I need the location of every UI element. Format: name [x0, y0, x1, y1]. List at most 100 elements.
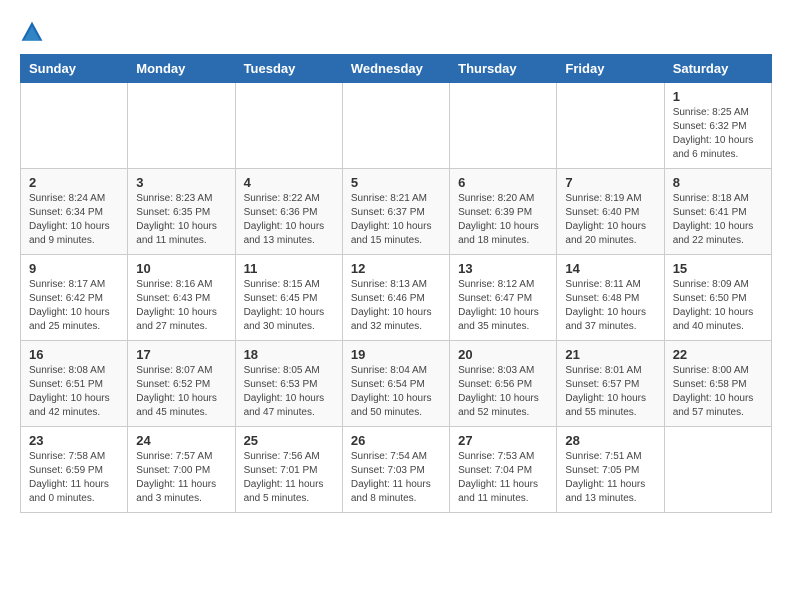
day-number: 2: [29, 175, 119, 190]
day-info: Sunrise: 8:09 AMSunset: 6:50 PMDaylight:…: [673, 278, 763, 334]
calendar-day-cell: 17 Sunrise: 8:07 AMSunset: 6:52 PMDayligh…: [128, 341, 235, 427]
empty-cell: [664, 427, 771, 513]
logo: [20, 20, 48, 44]
calendar-day-cell: 5Sunrise: 8:21 AMSunset: 6:37 PMDaylight…: [342, 169, 449, 255]
day-number: 10: [136, 261, 226, 276]
day-number: 17: [136, 347, 226, 362]
day-number: 24: [136, 433, 226, 448]
calendar-week-row: 16 Sunrise: 8:08 AMSunset: 6:51 PMDayligh…: [21, 341, 772, 427]
calendar-day-cell: 14 Sunrise: 8:11 AMSunset: 6:48 PMDayligh…: [557, 255, 664, 341]
calendar-day-cell: 26 Sunrise: 7:54 AMSunset: 7:03 PMDayligh…: [342, 427, 449, 513]
day-info: Sunrise: 8:18 AMSunset: 6:41 PMDaylight:…: [673, 192, 763, 248]
day-info: Sunrise: 7:54 AMSunset: 7:03 PMDaylight:…: [351, 450, 441, 506]
calendar-day-cell: 3 Sunrise: 8:23 AMSunset: 6:35 PMDaylight…: [128, 169, 235, 255]
calendar-day-cell: 23 Sunrise: 7:58 AMSunset: 6:59 PMDayligh…: [21, 427, 128, 513]
day-number: 22: [673, 347, 763, 362]
day-number: 28: [565, 433, 655, 448]
day-info: Sunrise: 8:21 AMSunset: 6:37 PMDaylight:…: [351, 192, 441, 248]
day-info: Sunrise: 8:01 AMSunset: 6:57 PMDaylight:…: [565, 364, 655, 420]
day-number: 25: [244, 433, 334, 448]
calendar-day-cell: 18Sunrise: 8:05 AMSunset: 6:53 PMDayligh…: [235, 341, 342, 427]
day-info: Sunrise: 8:23 AMSunset: 6:35 PMDaylight:…: [136, 192, 226, 248]
day-number: 19: [351, 347, 441, 362]
logo-icon: [20, 20, 44, 44]
calendar-week-row: 1 Sunrise: 8:25 AMSunset: 6:32 PMDaylight…: [21, 83, 772, 169]
day-info: Sunrise: 8:08 AMSunset: 6:51 PMDaylight:…: [29, 364, 119, 420]
day-number: 6: [458, 175, 548, 190]
calendar-day-cell: 9 Sunrise: 8:17 AMSunset: 6:42 PMDaylight…: [21, 255, 128, 341]
calendar-day-cell: 1 Sunrise: 8:25 AMSunset: 6:32 PMDaylight…: [664, 83, 771, 169]
calendar-day-cell: 24 Sunrise: 7:57 AMSunset: 7:00 PMDayligh…: [128, 427, 235, 513]
day-number: 27: [458, 433, 548, 448]
calendar-day-cell: 27 Sunrise: 7:53 AMSunset: 7:04 PMDayligh…: [450, 427, 557, 513]
day-info: Sunrise: 8:25 AMSunset: 6:32 PMDaylight:…: [673, 106, 763, 162]
empty-cell: [342, 83, 449, 169]
empty-cell: [128, 83, 235, 169]
calendar-day-cell: 11 Sunrise: 8:15 AMSunset: 6:45 PMDayligh…: [235, 255, 342, 341]
day-info: Sunrise: 8:12 AMSunset: 6:47 PMDaylight:…: [458, 278, 548, 334]
day-number: 11: [244, 261, 334, 276]
calendar-day-cell: 10 Sunrise: 8:16 AMSunset: 6:43 PMDayligh…: [128, 255, 235, 341]
calendar-day-cell: 4Sunrise: 8:22 AMSunset: 6:36 PMDaylight…: [235, 169, 342, 255]
day-info: Sunrise: 8:11 AMSunset: 6:48 PMDaylight:…: [565, 278, 655, 334]
calendar-table: SundayMondayTuesdayWednesdayThursdayFrid…: [20, 54, 772, 513]
empty-cell: [450, 83, 557, 169]
day-info: Sunrise: 8:07 AMSunset: 6:52 PMDaylight:…: [136, 364, 226, 420]
day-number: 15: [673, 261, 763, 276]
weekday-header-sunday: Sunday: [21, 55, 128, 83]
weekday-header-monday: Monday: [128, 55, 235, 83]
day-number: 16: [29, 347, 119, 362]
calendar-day-cell: 20 Sunrise: 8:03 AMSunset: 6:56 PMDayligh…: [450, 341, 557, 427]
calendar-day-cell: 15 Sunrise: 8:09 AMSunset: 6:50 PMDayligh…: [664, 255, 771, 341]
day-info: Sunrise: 8:16 AMSunset: 6:43 PMDaylight:…: [136, 278, 226, 334]
day-info: Sunrise: 7:51 AMSunset: 7:05 PMDaylight:…: [565, 450, 655, 506]
day-info: Sunrise: 8:20 AMSunset: 6:39 PMDaylight:…: [458, 192, 548, 248]
day-info: Sunrise: 7:56 AMSunset: 7:01 PMDaylight:…: [244, 450, 334, 506]
day-number: 26: [351, 433, 441, 448]
weekday-header-thursday: Thursday: [450, 55, 557, 83]
day-number: 23: [29, 433, 119, 448]
weekday-header-wednesday: Wednesday: [342, 55, 449, 83]
day-info: Sunrise: 7:57 AMSunset: 7:00 PMDaylight:…: [136, 450, 226, 506]
day-number: 1: [673, 89, 763, 104]
day-info: Sunrise: 8:24 AMSunset: 6:34 PMDaylight:…: [29, 192, 119, 248]
empty-cell: [21, 83, 128, 169]
calendar-day-cell: 25 Sunrise: 7:56 AMSunset: 7:01 PMDayligh…: [235, 427, 342, 513]
day-number: 9: [29, 261, 119, 276]
calendar-day-cell: 12Sunrise: 8:13 AMSunset: 6:46 PMDayligh…: [342, 255, 449, 341]
calendar-day-cell: 28 Sunrise: 7:51 AMSunset: 7:05 PMDayligh…: [557, 427, 664, 513]
calendar-day-cell: 13 Sunrise: 8:12 AMSunset: 6:47 PMDayligh…: [450, 255, 557, 341]
day-info: Sunrise: 8:19 AMSunset: 6:40 PMDaylight:…: [565, 192, 655, 248]
calendar-day-cell: 8 Sunrise: 8:18 AMSunset: 6:41 PMDaylight…: [664, 169, 771, 255]
header: [20, 20, 772, 44]
day-number: 7: [565, 175, 655, 190]
day-info: Sunrise: 8:05 AMSunset: 6:53 PMDaylight:…: [244, 364, 334, 420]
calendar-day-cell: 21Sunrise: 8:01 AMSunset: 6:57 PMDayligh…: [557, 341, 664, 427]
calendar-week-row: 23 Sunrise: 7:58 AMSunset: 6:59 PMDayligh…: [21, 427, 772, 513]
weekday-header-tuesday: Tuesday: [235, 55, 342, 83]
calendar-day-cell: 19 Sunrise: 8:04 AMSunset: 6:54 PMDayligh…: [342, 341, 449, 427]
day-info: Sunrise: 8:22 AMSunset: 6:36 PMDaylight:…: [244, 192, 334, 248]
day-number: 20: [458, 347, 548, 362]
weekday-header-friday: Friday: [557, 55, 664, 83]
day-info: Sunrise: 7:53 AMSunset: 7:04 PMDaylight:…: [458, 450, 548, 506]
calendar-week-row: 2 Sunrise: 8:24 AMSunset: 6:34 PMDaylight…: [21, 169, 772, 255]
day-info: Sunrise: 7:58 AMSunset: 6:59 PMDaylight:…: [29, 450, 119, 506]
weekday-header-saturday: Saturday: [664, 55, 771, 83]
day-info: Sunrise: 8:15 AMSunset: 6:45 PMDaylight:…: [244, 278, 334, 334]
calendar-day-cell: 16 Sunrise: 8:08 AMSunset: 6:51 PMDayligh…: [21, 341, 128, 427]
day-info: Sunrise: 8:04 AMSunset: 6:54 PMDaylight:…: [351, 364, 441, 420]
calendar-header-row: SundayMondayTuesdayWednesdayThursdayFrid…: [21, 55, 772, 83]
day-info: Sunrise: 8:00 AMSunset: 6:58 PMDaylight:…: [673, 364, 763, 420]
day-number: 12: [351, 261, 441, 276]
day-info: Sunrise: 8:17 AMSunset: 6:42 PMDaylight:…: [29, 278, 119, 334]
day-number: 8: [673, 175, 763, 190]
day-number: 13: [458, 261, 548, 276]
day-number: 14: [565, 261, 655, 276]
empty-cell: [557, 83, 664, 169]
day-number: 3: [136, 175, 226, 190]
calendar-week-row: 9 Sunrise: 8:17 AMSunset: 6:42 PMDaylight…: [21, 255, 772, 341]
day-info: Sunrise: 8:03 AMSunset: 6:56 PMDaylight:…: [458, 364, 548, 420]
calendar-day-cell: 2 Sunrise: 8:24 AMSunset: 6:34 PMDaylight…: [21, 169, 128, 255]
empty-cell: [235, 83, 342, 169]
